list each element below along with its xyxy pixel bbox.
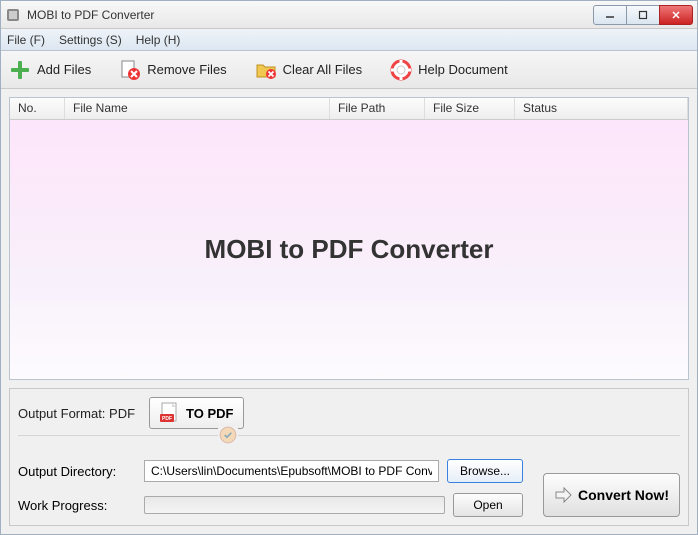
menu-settings[interactable]: Settings (S)	[59, 33, 122, 47]
clear-all-label: Clear All Files	[283, 62, 362, 77]
progress-label: Work Progress:	[18, 498, 136, 513]
menu-help[interactable]: Help (H)	[136, 33, 181, 47]
maximize-button[interactable]	[626, 5, 660, 25]
progress-row: Work Progress: Open	[18, 493, 523, 517]
hand-icon	[218, 426, 238, 444]
lifebuoy-icon	[390, 59, 412, 81]
divider	[18, 435, 680, 453]
convert-now-label: Convert Now!	[578, 487, 669, 503]
toolbar: Add Files Remove Files Clear All Files H…	[1, 51, 697, 89]
to-pdf-label: TO PDF	[186, 406, 233, 421]
window-controls	[594, 5, 693, 25]
app-window: MOBI to PDF Converter File (F) Settings …	[0, 0, 698, 535]
minimize-button[interactable]	[593, 5, 627, 25]
clear-folder-icon	[255, 59, 277, 81]
output-dir-row: Output Directory: Browse...	[18, 459, 523, 483]
add-files-label: Add Files	[37, 62, 91, 77]
help-doc-label: Help Document	[418, 62, 508, 77]
help-document-button[interactable]: Help Document	[390, 59, 508, 81]
close-button[interactable]	[659, 5, 693, 25]
file-list: No. File Name File Path File Size Status…	[9, 97, 689, 380]
col-no[interactable]: No.	[10, 98, 65, 119]
content-area: No. File Name File Path File Size Status…	[1, 89, 697, 534]
arrow-right-icon	[554, 486, 572, 504]
output-format-row: Output Format: PDF PDF TO PDF	[18, 397, 680, 429]
browse-button[interactable]: Browse...	[447, 459, 523, 483]
list-header: No. File Name File Path File Size Status	[10, 98, 688, 120]
menu-file[interactable]: File (F)	[7, 33, 45, 47]
output-dir-input[interactable]	[144, 460, 439, 482]
watermark-text: MOBI to PDF Converter	[205, 234, 494, 265]
col-file-size[interactable]: File Size	[425, 98, 515, 119]
col-status[interactable]: Status	[515, 98, 688, 119]
output-format-label: Output Format: PDF	[18, 406, 135, 421]
bottom-panel: Output Format: PDF PDF TO PDF Output Dir…	[9, 388, 689, 526]
list-body[interactable]: MOBI to PDF Converter	[10, 120, 688, 379]
output-dir-label: Output Directory:	[18, 464, 136, 479]
progress-bar	[144, 496, 445, 514]
open-button[interactable]: Open	[453, 493, 523, 517]
add-files-button[interactable]: Add Files	[9, 59, 91, 81]
convert-now-button[interactable]: Convert Now!	[543, 473, 680, 517]
svg-text:PDF: PDF	[162, 416, 172, 422]
menubar: File (F) Settings (S) Help (H)	[1, 29, 697, 51]
app-icon	[5, 7, 21, 23]
col-file-name[interactable]: File Name	[65, 98, 330, 119]
titlebar: MOBI to PDF Converter	[1, 1, 697, 29]
clear-all-button[interactable]: Clear All Files	[255, 59, 362, 81]
window-title: MOBI to PDF Converter	[27, 8, 594, 22]
col-file-path[interactable]: File Path	[330, 98, 425, 119]
remove-files-button[interactable]: Remove Files	[119, 59, 226, 81]
plus-icon	[9, 59, 31, 81]
pdf-icon: PDF	[160, 402, 180, 424]
remove-files-label: Remove Files	[147, 62, 226, 77]
remove-file-icon	[119, 59, 141, 81]
